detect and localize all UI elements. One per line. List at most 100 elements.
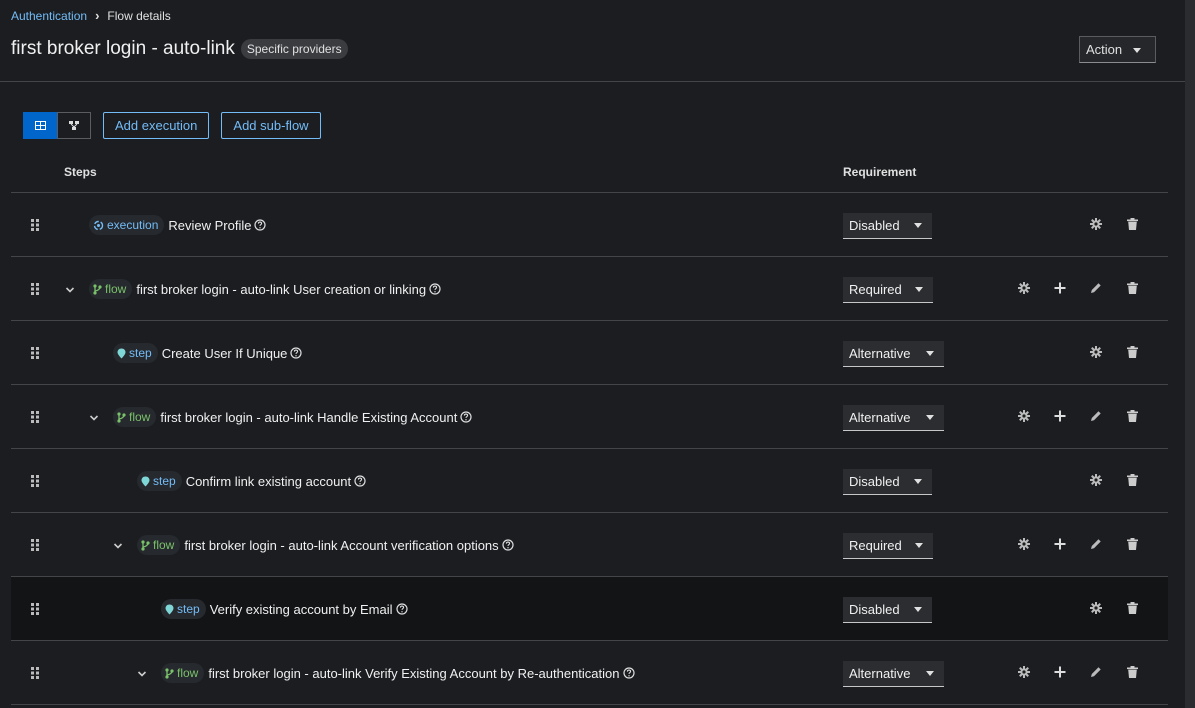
table-row[interactable]: execution Review Profile Disabled: [11, 193, 1168, 257]
drag-handle-icon[interactable]: [31, 347, 39, 359]
settings-gear-icon[interactable]: [1017, 409, 1031, 423]
step-cell: step Create User If Unique: [113, 341, 303, 365]
delete-trash-icon[interactable]: [1125, 473, 1139, 487]
requirement-value: Disabled: [849, 602, 900, 617]
drag-handle-icon[interactable]: [31, 475, 39, 487]
add-plus-icon[interactable]: [1053, 409, 1067, 423]
delete-trash-icon[interactable]: [1125, 601, 1139, 615]
delete-trash-icon[interactable]: [1125, 409, 1139, 423]
providers-badge: Specific providers: [240, 39, 348, 59]
step-cell: flow first broker login - auto-link Hand…: [113, 405, 472, 429]
step-name: Create User If Unique: [161, 345, 288, 361]
delete-trash-icon[interactable]: [1125, 537, 1139, 551]
tag-label: flow: [177, 666, 199, 680]
drag-handle-icon[interactable]: [31, 411, 39, 423]
breadcrumb: Authentication › Flow details: [11, 8, 171, 23]
add-plus-icon[interactable]: [1053, 665, 1067, 679]
add-execution-button[interactable]: Add execution: [103, 112, 210, 139]
add-subflow-button[interactable]: Add sub-flow: [221, 112, 321, 139]
settings-gear-icon[interactable]: [1017, 665, 1031, 679]
view-toggle: [23, 112, 91, 139]
settings-gear-icon[interactable]: [1089, 473, 1103, 487]
table-row[interactable]: step Verify existing account by Email Di…: [11, 577, 1168, 641]
settings-gear-icon[interactable]: [1089, 601, 1103, 615]
edit-pencil-icon[interactable]: [1089, 665, 1103, 679]
flow-steps-table: Steps Requirement execution Review Profi…: [11, 151, 1168, 705]
table-row[interactable]: flow first broker login - auto-link Veri…: [11, 641, 1168, 705]
delete-trash-icon[interactable]: [1125, 217, 1139, 231]
tag-label: execution: [107, 218, 159, 232]
column-header-requirement: Requirement: [843, 165, 917, 179]
delete-trash-icon[interactable]: [1125, 281, 1139, 295]
settings-gear-icon[interactable]: [1089, 345, 1103, 359]
requirement-value: Required: [849, 282, 902, 297]
flow-icon: [117, 411, 126, 423]
add-plus-icon[interactable]: [1053, 537, 1067, 551]
step-name: first broker login - auto-link Verify Ex…: [208, 665, 620, 681]
requirement-dropdown[interactable]: Alternative: [843, 405, 944, 431]
table-row[interactable]: step Confirm link existing account Disab…: [11, 449, 1168, 513]
requirement-dropdown[interactable]: Alternative: [843, 341, 944, 367]
tag-label: step: [129, 346, 152, 360]
table-row[interactable]: flow first broker login - auto-link Hand…: [11, 385, 1168, 449]
requirement-value: Alternative: [849, 666, 911, 681]
breadcrumb-current: Flow details: [107, 8, 171, 23]
settings-gear-icon[interactable]: [1017, 281, 1031, 295]
help-icon[interactable]: [395, 603, 408, 615]
caret-down-icon: [914, 607, 922, 612]
requirement-dropdown[interactable]: Disabled: [843, 469, 932, 495]
action-dropdown-label: Action: [1086, 42, 1123, 57]
requirement-dropdown[interactable]: Disabled: [843, 597, 932, 623]
table-view-button[interactable]: [23, 112, 57, 139]
tag-label: flow: [105, 282, 127, 296]
requirement-dropdown[interactable]: Disabled: [843, 213, 932, 239]
chevron-down-icon[interactable]: [65, 283, 75, 293]
chevron-down-icon[interactable]: [137, 667, 147, 677]
caret-down-icon: [926, 415, 934, 420]
add-plus-icon[interactable]: [1053, 281, 1067, 295]
chevron-down-icon[interactable]: [113, 539, 123, 549]
settings-gear-icon[interactable]: [1017, 537, 1031, 551]
table-row[interactable]: step Create User If Unique Alternative: [11, 321, 1168, 385]
step-cell: execution Review Profile: [89, 213, 267, 237]
step-name: Review Profile: [168, 217, 252, 233]
table-header: Steps Requirement: [11, 151, 1168, 193]
page-header: Authentication › Flow details first brok…: [0, 0, 1185, 82]
drag-handle-icon[interactable]: [31, 219, 39, 231]
help-icon[interactable]: [290, 347, 303, 359]
edit-pencil-icon[interactable]: [1089, 409, 1103, 423]
drag-handle-icon[interactable]: [31, 667, 39, 679]
action-dropdown[interactable]: Action: [1079, 36, 1156, 63]
settings-gear-icon[interactable]: [1089, 217, 1103, 231]
edit-pencil-icon[interactable]: [1089, 281, 1103, 295]
step-name: first broker login - auto-link Handle Ex…: [160, 409, 458, 425]
edit-pencil-icon[interactable]: [1089, 537, 1103, 551]
caret-down-icon: [926, 671, 934, 676]
step-tag: step: [161, 599, 206, 619]
requirement-value: Disabled: [849, 474, 900, 489]
table-row[interactable]: flow first broker login - auto-link Acco…: [11, 513, 1168, 577]
step-cell: step Confirm link existing account: [137, 469, 366, 493]
chevron-down-icon[interactable]: [89, 411, 99, 421]
help-icon[interactable]: [429, 283, 441, 295]
drag-handle-icon[interactable]: [31, 283, 39, 295]
requirement-dropdown[interactable]: Required: [843, 533, 933, 559]
delete-trash-icon[interactable]: [1125, 345, 1139, 359]
requirement-dropdown[interactable]: Required: [843, 277, 933, 303]
breadcrumb-authentication-link[interactable]: Authentication: [11, 9, 87, 23]
scrollbar[interactable]: [1185, 0, 1195, 708]
help-icon[interactable]: [354, 475, 366, 487]
flow-tag: flow: [137, 535, 181, 555]
delete-trash-icon[interactable]: [1125, 665, 1139, 679]
drag-handle-icon[interactable]: [31, 539, 39, 551]
step-cell: step Verify existing account by Email: [161, 597, 408, 621]
help-icon[interactable]: [460, 411, 472, 423]
diagram-view-button[interactable]: [57, 112, 91, 139]
table-row[interactable]: flow first broker login - auto-link User…: [11, 257, 1168, 321]
drag-handle-icon[interactable]: [31, 603, 39, 615]
help-icon[interactable]: [622, 667, 635, 679]
help-icon[interactable]: [254, 219, 267, 231]
help-icon[interactable]: [502, 539, 514, 551]
requirement-dropdown[interactable]: Alternative: [843, 661, 944, 687]
step-name: Verify existing account by Email: [209, 601, 393, 617]
